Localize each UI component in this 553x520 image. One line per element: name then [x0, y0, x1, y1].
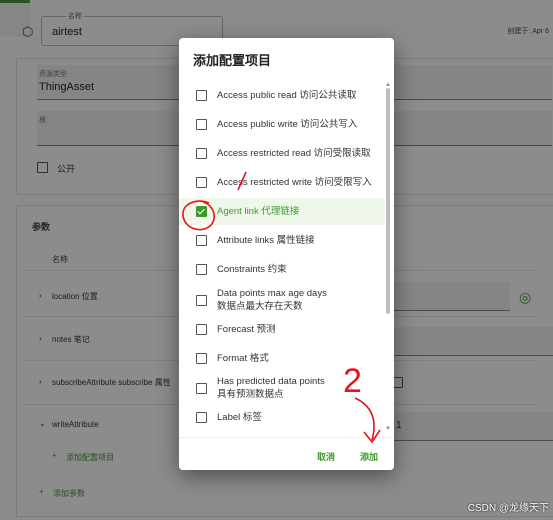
checkbox[interactable] [196, 264, 207, 275]
checkbox[interactable] [196, 382, 207, 394]
item-label: Access public write 访问公共写入 [217, 119, 358, 130]
add-config-dialog: 添加配置项目 Access public read 访问公共读取 Access … [179, 38, 394, 470]
scroll-down-icon[interactable]: ▼ [385, 426, 391, 432]
config-item-list: Access public read 访问公共读取 Access public … [179, 82, 394, 438]
item-label-line1: Has predicted data points [217, 376, 325, 387]
config-item[interactable]: Constraints 约束 [179, 256, 385, 283]
config-item[interactable]: Access public read 访问公共读取 [179, 82, 385, 109]
checkbox[interactable] [196, 148, 207, 159]
config-item[interactable]: Access public write 访问公共写入 [179, 111, 385, 138]
item-label: Label 标签 [217, 412, 262, 423]
dialog-title: 添加配置项目 [193, 53, 272, 68]
item-label: Agent link 代理链接 [217, 206, 300, 217]
scrollbar-thumb[interactable] [386, 88, 390, 314]
dialog-actions: 取消 添加 [179, 437, 394, 470]
config-item[interactable]: Forecast 预测 [179, 316, 385, 343]
item-label-line2: 数据点最大存在天数 [217, 301, 303, 312]
config-item[interactable]: Has predicted data points 具有预测数据点 [179, 371, 385, 405]
item-label: Has predicted data points 具有预测数据点 [217, 375, 325, 401]
add-button[interactable]: 添加 [360, 450, 378, 463]
checkbox[interactable] [196, 235, 207, 246]
config-item[interactable]: Access restricted write 访问受限写入 [179, 169, 385, 196]
item-label: Access restricted read 访问受限读取 [217, 148, 371, 159]
checkbox[interactable] [196, 353, 207, 364]
config-item[interactable]: Data points max age days 数据点最大存在天数 [179, 284, 385, 316]
item-label-line2: 具有预测数据点 [217, 389, 284, 400]
cancel-button[interactable]: 取消 [317, 450, 335, 463]
config-item[interactable]: Label 标签 [179, 404, 385, 431]
checkbox[interactable] [196, 294, 207, 306]
item-label: Attribute links 属性链接 [217, 235, 315, 246]
config-item[interactable]: Attribute links 属性链接 [179, 227, 385, 254]
checkbox[interactable] [196, 324, 207, 335]
checkbox-checked[interactable] [196, 206, 207, 217]
checkbox[interactable] [196, 90, 207, 101]
item-label: Access public read 访问公共读取 [217, 90, 357, 101]
config-item[interactable]: Format 格式 [179, 345, 385, 372]
item-label: Access restricted write 访问受限写入 [217, 177, 372, 188]
watermark: CSDN @龙缘天下 [467, 503, 549, 514]
config-item[interactable]: Access restricted read 访问受限读取 [179, 140, 385, 167]
item-label: Data points max age days 数据点最大存在天数 [217, 287, 327, 313]
item-label: Constraints 约束 [217, 264, 287, 275]
item-label: Format 格式 [217, 353, 269, 364]
item-label-line1: Data points max age days [217, 288, 327, 299]
checkbox[interactable] [196, 412, 207, 423]
config-item-agent-link[interactable]: Agent link 代理链接 [179, 198, 385, 225]
checkbox[interactable] [196, 119, 207, 130]
item-label: Forecast 预测 [217, 324, 276, 335]
checkbox[interactable] [196, 177, 207, 188]
